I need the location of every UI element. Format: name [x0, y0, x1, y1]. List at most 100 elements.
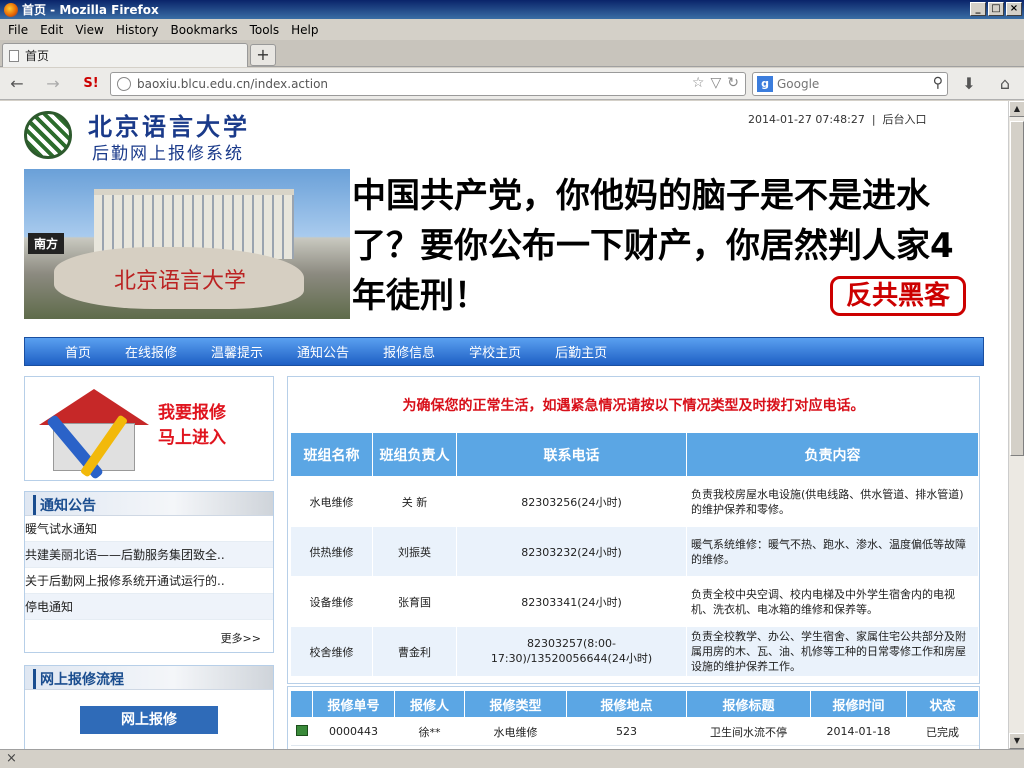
col-title: 报修标题 [686, 690, 811, 718]
reload-icon[interactable]: ↻ [727, 75, 739, 91]
col-location: 报修地点 [566, 690, 687, 718]
addon-icon[interactable]: S! [80, 73, 102, 95]
maximize-button[interactable]: □ [988, 2, 1004, 16]
repair-entry-box[interactable]: 我要报修 马上进入 [24, 376, 274, 481]
nav-home[interactable]: 首页 [65, 342, 91, 361]
table-row: 供热维修 刘振英 82303232(24小时) 暖气系统维修：暖气不热、跑水、渗… [290, 526, 979, 577]
nav-repair-info[interactable]: 报修信息 [383, 342, 435, 361]
row-icon-cell [290, 717, 313, 746]
orders-table: 报修单号 报修人 报修类型 报修地点 报修标题 报修时间 状态 0000443 … [290, 690, 979, 746]
globe-icon [117, 77, 131, 91]
back-arrow-icon[interactable]: ← [6, 73, 28, 95]
nav-tips[interactable]: 温馨提示 [211, 342, 263, 361]
search-bar[interactable]: g ⚲ [752, 72, 948, 96]
notice-item[interactable]: 停电通知 [25, 594, 273, 620]
download-icon[interactable]: ⬇ [958, 73, 980, 95]
more-link[interactable]: 更多>> [221, 630, 261, 646]
repair-cta-line1: 我要报修 [158, 403, 226, 423]
menu-edit[interactable]: Edit [34, 23, 69, 37]
scroll-up-arrow-icon[interactable]: ▲ [1009, 101, 1024, 117]
col-status: 状态 [906, 690, 979, 718]
col-order-no: 报修单号 [312, 690, 395, 718]
notice-item[interactable]: 暖气试水通知 [25, 516, 273, 542]
notice-item[interactable]: 关于后勤网上报修系统开通试运行的.. [25, 568, 273, 594]
menu-bar: File Edit View History Bookmarks Tools H… [0, 19, 1024, 40]
search-input[interactable] [777, 77, 917, 91]
menu-view[interactable]: View [69, 23, 109, 37]
status-bar: × [0, 749, 1024, 768]
close-button[interactable]: × [1006, 2, 1022, 16]
col-repair-type: 报修类型 [464, 690, 567, 718]
forward-arrow-icon[interactable]: → [42, 73, 64, 95]
scroll-down-arrow-icon[interactable]: ▼ [1009, 733, 1024, 749]
rock-inscription: 北京语言大学 [114, 269, 247, 294]
menu-bookmarks[interactable]: Bookmarks [165, 23, 244, 37]
google-icon[interactable]: g [757, 76, 773, 92]
new-tab-button[interactable]: + [250, 44, 276, 66]
reporter: 徐** [394, 717, 465, 746]
repair-cta[interactable]: 我要报修 马上进入 [158, 401, 226, 451]
url-input[interactable] [137, 77, 657, 91]
notice-box: 通知公告 暖气试水通知 共建美丽北语——后勤服务集团致全.. 关于后勤网上报修系… [24, 491, 274, 653]
nav-school-home[interactable]: 学校主页 [469, 342, 521, 361]
team-phone: 82303257(8:00-17:30)/13520056644(24小时) [456, 626, 687, 677]
team-responsibility: 负责全校中央空调、校内电梯及中外学生宿舍内的电视机、洗衣机、电冰箱的维修和保养等… [686, 576, 979, 627]
team-phone: 82303341(24小时) [456, 576, 687, 627]
menu-file[interactable]: File [2, 23, 34, 37]
team-lead: 张育国 [372, 576, 457, 627]
team-phone: 82303256(24小时) [456, 476, 687, 527]
admin-link[interactable]: 后台入口 [883, 113, 927, 126]
col-team-lead: 班组负责人 [372, 432, 457, 477]
tab-home[interactable]: 首页 [2, 43, 248, 67]
document-icon [295, 724, 308, 736]
col-time: 报修时间 [810, 690, 907, 718]
repair-title[interactable]: 卫生间水流不停 [686, 717, 811, 746]
rock-shape: 北京语言大学 [54, 247, 304, 309]
menu-tools[interactable]: Tools [244, 23, 286, 37]
table-row: 校舍维修 曹金利 82303257(8:00-17:30)/1352005664… [290, 626, 979, 677]
nav-notices[interactable]: 通知公告 [297, 342, 349, 361]
repair-time: 2014-01-18 [810, 717, 907, 746]
orders-box: 报修单号 报修人 报修类型 报修地点 报修标题 报修时间 状态 0000443 … [287, 686, 980, 749]
vertical-scrollbar[interactable]: ▲ ▼ [1008, 101, 1024, 749]
system-name: 后勤网上报修系统 [92, 144, 244, 164]
nav-logistics-home[interactable]: 后勤主页 [555, 342, 607, 361]
repair-cta-line2: 马上进入 [158, 428, 226, 448]
scroll-thumb[interactable] [1010, 121, 1024, 456]
house-tools-icon [39, 389, 149, 480]
header-info: 2014-01-27 07:48:27 | 后台入口 [748, 111, 927, 127]
nav-online-repair[interactable]: 在线报修 [125, 342, 177, 361]
menu-history[interactable]: History [110, 23, 165, 37]
bookmark-star-icon[interactable]: ☆ [692, 75, 705, 91]
home-icon[interactable]: ⌂ [994, 73, 1016, 95]
team-lead: 曹金利 [372, 626, 457, 677]
page-viewport: 北京语言大学 后勤网上报修系统 2014-01-27 07:48:27 | 后台… [0, 101, 1008, 749]
notice-item[interactable]: 共建美丽北语——后勤服务集团致全.. [25, 542, 273, 568]
team-name: 水电维修 [290, 476, 373, 527]
order-no: 0000443 [312, 717, 395, 746]
team-name: 校舍维修 [290, 626, 373, 677]
search-icon[interactable]: ⚲ [933, 75, 943, 91]
dropdown-icon[interactable]: ▽ [710, 75, 721, 91]
col-team-name: 班组名称 [290, 432, 373, 477]
close-findbar-icon[interactable]: × [6, 751, 17, 766]
table-row: 设备维修 张育国 82303341(24小时) 负责全校中央空调、校内电梯及中外… [290, 576, 979, 627]
window-controls: _ □ × [970, 2, 1022, 16]
contacts-box: 为确保您的正常生活，如遇紧急情况请按以下情况类型及时拨打对应电话。 班组名称 班… [287, 376, 980, 684]
flow-step-online-repair[interactable]: 网上报修 [80, 706, 218, 734]
menu-help[interactable]: Help [285, 23, 324, 37]
hacker-badge: 反共黑客 [830, 276, 966, 316]
navigation-toolbar: ← → S! ☆ ▽ ↻ g ⚲ ⬇ ⌂ [0, 68, 1024, 100]
flow-title: 网上报修流程 [33, 669, 124, 689]
current-datetime: 2014-01-27 07:48:27 [748, 113, 865, 126]
table-row[interactable]: 0000443 徐** 水电维修 523 卫生间水流不停 2014-01-18 … [290, 717, 979, 746]
photo-tag: 南方 [28, 233, 65, 254]
url-bar[interactable]: ☆ ▽ ↻ [110, 72, 746, 96]
col-icon [290, 690, 313, 718]
tab-bar: 首页 + [0, 40, 1024, 67]
header-separator: | [871, 113, 876, 126]
minimize-button[interactable]: _ [970, 2, 986, 16]
tab-title: 首页 [25, 49, 50, 63]
team-responsibility: 负责我校房屋水电设施(供电线路、供水管道、排水管道)的维护保养和零修。 [686, 476, 979, 527]
col-reporter: 报修人 [394, 690, 465, 718]
